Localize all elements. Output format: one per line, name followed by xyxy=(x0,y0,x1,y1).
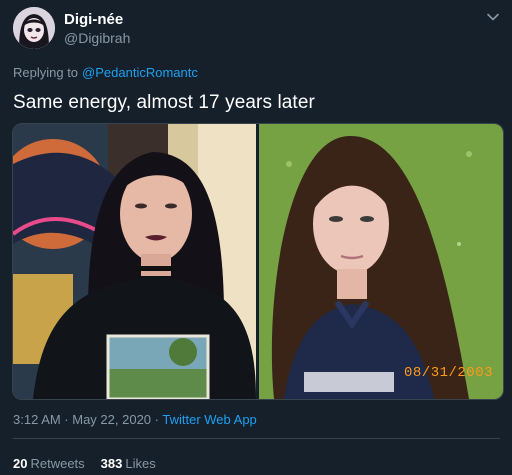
replying-label: Replying to xyxy=(13,65,79,80)
photo-date-stamp: 08/31/2003 xyxy=(403,365,493,381)
author-handle[interactable]: @Digibrah xyxy=(64,30,130,46)
photo-left[interactable] xyxy=(13,124,256,399)
retweets-stat[interactable]: 20 Retweets xyxy=(13,456,85,471)
photo-right[interactable]: 08/31/2003 xyxy=(259,124,503,399)
tweet-text: Same energy, almost 17 years later xyxy=(13,92,315,113)
replying-to-link[interactable]: @PedanticRomantc xyxy=(82,65,198,80)
source-app-link[interactable]: Twitter Web App xyxy=(162,412,256,427)
tweet-timestamp[interactable]: 3:12 AM · May 22, 2020 xyxy=(13,412,151,427)
meta-separator: · xyxy=(151,412,163,427)
avatar-illustration xyxy=(13,7,55,49)
tweet-stats: 20 Retweets 383 Likes xyxy=(13,456,172,471)
media-grid: 08/31/2003 xyxy=(12,123,504,400)
likes-stat[interactable]: 383 Likes xyxy=(101,456,156,471)
tweet-meta: 3:12 AM · May 22, 2020 · Twitter Web App xyxy=(13,412,257,427)
author-name[interactable]: Digi-née xyxy=(64,11,123,28)
avatar[interactable] xyxy=(13,7,55,49)
likes-label: Likes xyxy=(125,456,156,471)
chevron-down-icon[interactable] xyxy=(486,10,500,24)
likes-count: 383 xyxy=(100,456,123,471)
retweets-count: 20 xyxy=(13,456,28,471)
retweets-label: Retweets xyxy=(30,456,85,471)
divider xyxy=(13,438,500,439)
replying-to-line: Replying to @PedanticRomantc xyxy=(13,65,198,80)
